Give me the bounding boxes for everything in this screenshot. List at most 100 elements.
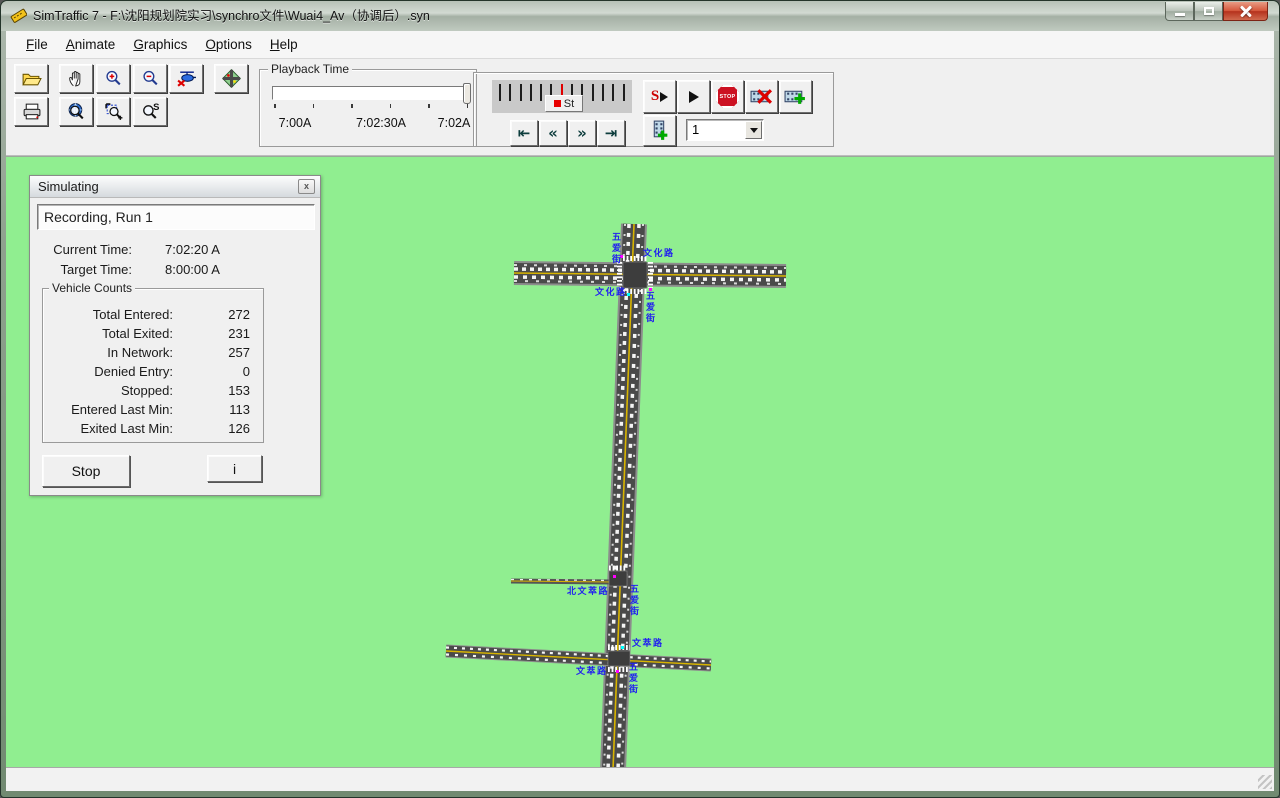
- playback-time-group: Playback Time 7:00A 7:02:30A 7:02A: [259, 69, 477, 147]
- transport-controls-group: St ⇤ « » ⇥ S STOP: [473, 72, 834, 147]
- delete-recording-button[interactable]: [745, 80, 778, 113]
- menu-options[interactable]: Options: [196, 33, 261, 56]
- window-title: SimTraffic 7 - F:\沈阳规划院实习\synchro文件\Wuai…: [33, 1, 430, 31]
- minimize-button[interactable]: [1165, 2, 1194, 21]
- fast-forward-button[interactable]: »: [568, 120, 596, 146]
- simulating-dialog: Simulating x Recording, Run 1 Current Ti…: [29, 175, 321, 496]
- road-label-bei-wencui-road: 北文萃路: [567, 587, 609, 596]
- vehicle-view-button[interactable]: [169, 64, 203, 93]
- skip-to-start-button[interactable]: ⇤: [510, 120, 538, 146]
- open-file-button[interactable]: [14, 64, 48, 93]
- skip-start-icon: ⇤: [518, 124, 531, 142]
- playback-slider-track[interactable]: [272, 86, 468, 100]
- film-delete-icon: [750, 85, 773, 108]
- menu-file[interactable]: File: [17, 33, 57, 56]
- current-time-row: Current Time: 7:02:20 A: [30, 242, 320, 258]
- target-time-row: Target Time: 8:00:00 A: [30, 262, 320, 278]
- rewind-button[interactable]: «: [539, 120, 567, 146]
- target-time-label: Target Time:: [30, 262, 132, 277]
- menu-graphics[interactable]: Graphics: [124, 33, 196, 56]
- hand-pan-icon: [66, 68, 87, 89]
- zoom-in-icon: [103, 68, 124, 89]
- time-label-start: 7:00A: [279, 116, 312, 130]
- run-number-combobox[interactable]: 1: [686, 119, 764, 141]
- dialog-info-button[interactable]: i: [207, 455, 262, 482]
- playback-slider-ticks: [274, 104, 468, 108]
- film-add-icon: [784, 85, 807, 108]
- count-row: In Network: 257: [43, 345, 263, 363]
- vehicle-counts-label: Vehicle Counts: [49, 281, 135, 295]
- stop-sign-icon: STOP: [716, 85, 739, 108]
- combobox-drop-button[interactable]: [745, 121, 762, 139]
- count-row: Entered Last Min: 113: [43, 402, 263, 420]
- play-button[interactable]: [677, 80, 710, 113]
- current-time-value: 7:02:20 A: [165, 242, 220, 257]
- skip-to-end-button[interactable]: ⇥: [597, 120, 625, 146]
- simulate-letter: S: [651, 88, 659, 105]
- skip-end-icon: ⇥: [605, 124, 618, 142]
- playback-time-label: Playback Time: [268, 62, 352, 76]
- zoom-scale-button[interactable]: S: [133, 97, 167, 126]
- stop-button[interactable]: STOP: [711, 80, 744, 113]
- menu-help[interactable]: Help: [261, 33, 307, 56]
- print-button[interactable]: [14, 97, 48, 126]
- playback-slider-thumb[interactable]: [463, 83, 471, 104]
- road-label-wuai-street-3: 五爱街: [629, 584, 638, 617]
- simulation-status-field: Recording, Run 1: [37, 204, 315, 230]
- simulate-record-button[interactable]: S: [643, 80, 676, 113]
- helicopter-icon: [176, 68, 197, 89]
- intersection-view-button[interactable]: [214, 64, 248, 93]
- toolbar: S Playback Time 7:00A 7:02:30A 7:02A: [6, 59, 1274, 156]
- chevron-down-icon: [750, 128, 758, 133]
- zoom-out-button[interactable]: [133, 64, 167, 93]
- fast-forward-icon: »: [577, 124, 587, 142]
- zoom-out-icon: [140, 68, 161, 89]
- minimize-icon: [1175, 13, 1185, 16]
- pan-button[interactable]: [59, 64, 93, 93]
- road-label-wuai-street-2: 五爱街: [645, 291, 654, 324]
- zoom-all-button[interactable]: [59, 97, 93, 126]
- road-label-wuai-street-1: 五爱街: [611, 232, 620, 265]
- road-label-wenhua-road-1: 文化路: [643, 249, 675, 258]
- play-icon: [689, 91, 699, 103]
- rewind-icon: «: [548, 124, 558, 142]
- tape-marker: St: [545, 95, 583, 112]
- dialog-title-bar: Simulating x: [30, 176, 320, 198]
- simulate-play-icon: [660, 92, 668, 102]
- record-graphics-button[interactable]: [643, 115, 676, 146]
- title-bar: SimTraffic 7 - F:\沈阳规划院实习\synchro文件\Wuai…: [1, 1, 1279, 31]
- road-label-wencui-road-2: 文萃路: [576, 667, 608, 676]
- map-viewport[interactable]: 五爱街 文化路 文化路 五爱街 北文萃路 五爱街 文萃路 文萃路 五爱街 Sim…: [6, 156, 1274, 767]
- dialog-stop-button[interactable]: Stop: [42, 455, 130, 487]
- zoom-window-button[interactable]: [96, 97, 130, 126]
- add-recording-button[interactable]: [779, 80, 812, 113]
- time-label-mid: 7:02:30A: [356, 116, 406, 130]
- count-row: Denied Entry: 0: [43, 364, 263, 382]
- menu-animate[interactable]: Animate: [57, 33, 125, 56]
- time-label-end: 7:02A: [438, 116, 471, 130]
- zoom-window-icon: [103, 101, 124, 122]
- marker-square-icon: [554, 100, 561, 107]
- vehicle-counts-group: Vehicle Counts Total Entered: 272 Total …: [42, 288, 264, 443]
- run-number-value: 1: [692, 122, 699, 137]
- zoom-in-button[interactable]: [96, 64, 130, 93]
- status-bar: [6, 767, 1274, 791]
- dialog-close-button[interactable]: x: [298, 179, 315, 194]
- maximize-button[interactable]: [1194, 2, 1223, 21]
- intersection-icon: [221, 68, 242, 89]
- maximize-icon: [1204, 7, 1214, 15]
- road-label-wuai-street-4: 五爱街: [628, 662, 637, 695]
- target-time-value: 8:00:00 A: [165, 262, 220, 277]
- count-row: Total Exited: 231: [43, 326, 263, 344]
- close-icon: [1240, 5, 1252, 17]
- printer-icon: [21, 101, 42, 122]
- menu-bar: File Animate Graphics Options Help: [6, 31, 1274, 59]
- road-label-wenhua-road-2: 文化路: [595, 288, 627, 297]
- close-button[interactable]: [1223, 2, 1268, 21]
- record-graphics-icon: [648, 119, 671, 142]
- resize-grip[interactable]: [1258, 775, 1272, 789]
- app-window: SimTraffic 7 - F:\沈阳规划院实习\synchro文件\Wuai…: [0, 0, 1280, 798]
- simtraffic-app-icon: [10, 8, 27, 25]
- svg-text:S: S: [153, 102, 159, 113]
- folder-open-icon: [21, 68, 42, 89]
